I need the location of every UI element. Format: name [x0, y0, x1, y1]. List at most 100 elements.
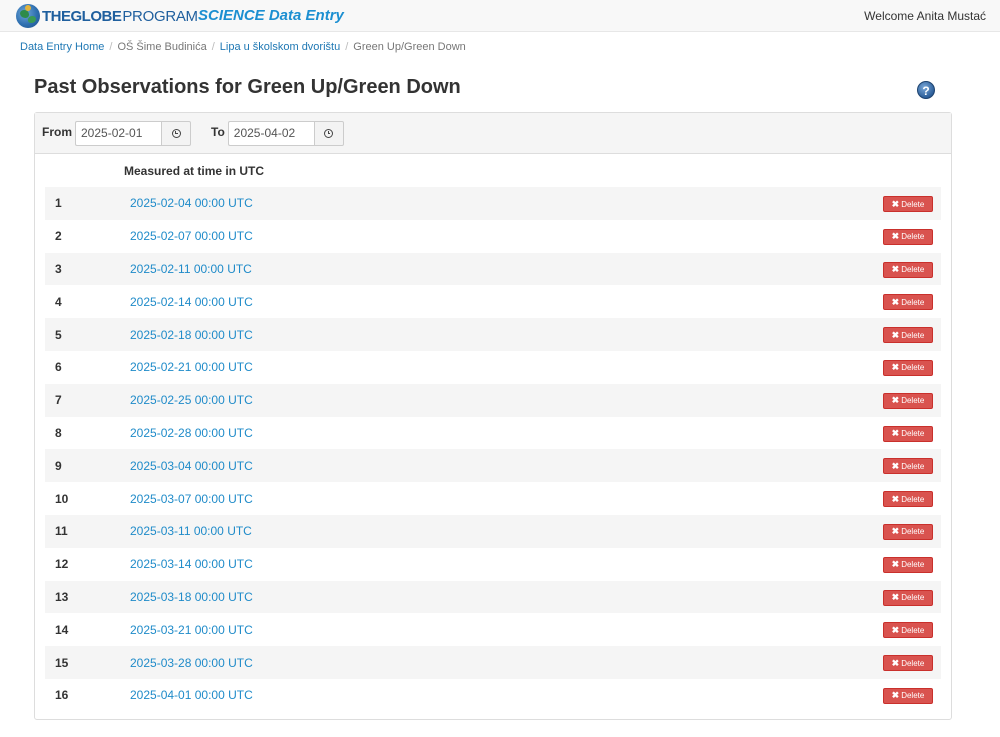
observation-time-link[interactable]: 2025-03-07 00:00 UTC: [130, 492, 253, 506]
observation-time-link[interactable]: 2025-03-18 00:00 UTC: [130, 590, 253, 604]
remove-icon: ✖: [891, 690, 900, 701]
to-date-picker-button[interactable]: [313, 121, 344, 146]
delete-button[interactable]: ✖ Delete: [883, 523, 933, 540]
from-label: From: [42, 125, 72, 139]
row-number: 3: [55, 261, 62, 276]
brand-globe: GLOBE: [70, 7, 122, 25]
table-row: 8 2025-02-28 00:00 UTC ✖ Delete: [45, 417, 941, 450]
clock-icon: [324, 129, 334, 138]
delete-button[interactable]: ✖ Delete: [883, 622, 933, 639]
observation-time-link[interactable]: 2025-03-14 00:00 UTC: [130, 557, 253, 571]
delete-button[interactable]: ✖ Delete: [883, 589, 933, 606]
observation-time-link[interactable]: 2025-03-28 00:00 UTC: [130, 656, 253, 670]
delete-label: Delete: [901, 560, 925, 570]
page-title: Past Observations for Green Up/Green Dow…: [34, 76, 461, 98]
breadcrumb: Data Entry Home / OŠ Šime Budinića / Lipa u …: [20, 41, 466, 53]
row-number: 11: [55, 524, 68, 539]
remove-icon: ✖: [891, 264, 900, 275]
remove-icon: ✖: [891, 624, 900, 635]
breadcrumb-home[interactable]: Data Entry Home: [20, 41, 104, 53]
row-number: 6: [55, 360, 62, 375]
delete-button[interactable]: ✖ Delete: [883, 196, 933, 212]
table-row: 7 2025-02-25 00:00 UTC ✖ Delete: [45, 383, 941, 417]
table-row: 12 2025-03-14 00:00 UTC ✖ Delete: [45, 548, 941, 581]
observation-time-link[interactable]: 2025-03-04 00:00 UTC: [130, 459, 253, 473]
delete-button[interactable]: ✖ Delete: [883, 655, 933, 672]
observation-time-link[interactable]: 2025-03-11 00:00 UTC: [130, 524, 252, 538]
row-number: 9: [55, 458, 62, 473]
row-number: 14: [55, 622, 69, 637]
to-date-input[interactable]: 2025-04-02: [227, 121, 314, 146]
delete-button[interactable]: ✖ Delete: [883, 261, 933, 278]
delete-label: Delete: [901, 461, 925, 471]
delete-button[interactable]: ✖ Delete: [883, 392, 933, 409]
top-navbar: THE GLOBE PROGRAM SCIENCE Data Entry Wel…: [0, 0, 1000, 32]
table-row: 4 2025-02-14 00:00 UTC ✖ Delete: [45, 285, 941, 318]
delete-button[interactable]: ✖ Delete: [883, 228, 933, 245]
remove-icon: ✖: [891, 559, 900, 570]
observation-time-link[interactable]: 2025-02-14 00:00 UTC: [130, 295, 253, 309]
help-icon[interactable]: ?: [917, 81, 935, 99]
remove-icon: ✖: [891, 198, 900, 209]
remove-icon: ✖: [891, 526, 900, 537]
table-row: 16 2025-04-01 00:00 UTC ✖ Delete: [45, 679, 941, 712]
row-number: 13: [55, 589, 69, 604]
breadcrumb-school: OŠ Šime Budinića: [117, 41, 207, 53]
row-number: 12: [55, 557, 69, 572]
row-number: 10: [55, 491, 69, 506]
remove-icon: ✖: [891, 395, 900, 406]
observation-time-link[interactable]: 2025-04-01 00:00 UTC: [130, 688, 253, 702]
to-label: To: [211, 125, 225, 139]
row-number: 4: [55, 294, 62, 309]
delete-button[interactable]: ✖ Delete: [883, 556, 933, 573]
delete-label: Delete: [901, 363, 925, 373]
from-date-input[interactable]: 2025-02-01: [75, 121, 161, 146]
breadcrumb-separator: /: [109, 41, 113, 53]
observation-time-link[interactable]: 2025-02-11 00:00 UTC: [130, 262, 252, 276]
observation-time-link[interactable]: 2025-02-21 00:00 UTC: [130, 360, 253, 374]
delete-button[interactable]: ✖ Delete: [883, 359, 933, 376]
observation-time-link[interactable]: 2025-02-18 00:00 UTC: [130, 328, 253, 342]
delete-button[interactable]: ✖ Delete: [883, 458, 933, 475]
delete-label: Delete: [901, 494, 925, 504]
remove-icon: ✖: [891, 657, 900, 668]
delete-button[interactable]: ✖ Delete: [883, 327, 933, 344]
row-number: 8: [55, 425, 62, 440]
delete-button[interactable]: ✖ Delete: [883, 687, 933, 704]
delete-button[interactable]: ✖ Delete: [883, 294, 933, 311]
delete-label: Delete: [901, 593, 925, 603]
delete-label: Delete: [901, 265, 925, 275]
delete-label: Delete: [901, 396, 925, 406]
date-filter-bar: From 2025-02-01 To 2025-04-02: [35, 113, 951, 154]
table-row: 13 2025-03-18 00:00 UTC ✖ Delete: [45, 580, 941, 614]
delete-button[interactable]: ✖ Delete: [883, 425, 933, 442]
observation-time-link[interactable]: 2025-03-21 00:00 UTC: [130, 623, 253, 637]
table-row: 6 2025-02-21 00:00 UTC ✖ Delete: [45, 351, 941, 384]
observation-time-link[interactable]: 2025-02-28 00:00 UTC: [130, 426, 253, 440]
delete-button[interactable]: ✖ Delete: [883, 491, 933, 508]
remove-icon: ✖: [891, 296, 900, 307]
observation-time-link[interactable]: 2025-02-07 00:00 UTC: [130, 229, 253, 243]
brand-the: THE: [42, 7, 71, 25]
observation-time-link[interactable]: 2025-02-04 00:00 UTC: [130, 196, 253, 210]
observations-table: 1 2025-02-04 00:00 UTC ✖ Delete 2 2025-02-07 …: [45, 187, 941, 712]
delete-label: Delete: [901, 691, 925, 701]
table-row: 5 2025-02-18 00:00 UTC ✖ Delete: [45, 318, 941, 351]
delete-label: Delete: [901, 330, 925, 340]
breadcrumb-current: Green Up/Green Down: [353, 41, 466, 53]
delete-label: Delete: [901, 527, 925, 537]
welcome-user[interactable]: Welcome Anita Mustać: [864, 9, 986, 23]
breadcrumb-site[interactable]: Lipa u školskom dvorištu: [220, 41, 340, 53]
breadcrumb-separator: /: [211, 41, 215, 53]
app-title[interactable]: SCIENCE Data Entry: [198, 7, 344, 24]
row-number: 7: [55, 393, 62, 408]
clock-icon: [171, 129, 181, 138]
observation-time-link[interactable]: 2025-02-25 00:00 UTC: [130, 393, 253, 407]
delete-label: Delete: [901, 199, 925, 209]
table-row: 14 2025-03-21 00:00 UTC ✖ Delete: [45, 613, 941, 646]
row-number: 5: [55, 327, 62, 342]
table-row: 3 2025-02-11 00:00 UTC ✖ Delete: [45, 252, 941, 286]
from-date-picker-button[interactable]: [161, 121, 191, 146]
globe-program-logo[interactable]: THE GLOBE PROGRAM: [16, 4, 198, 28]
table-row: 11 2025-03-11 00:00 UTC ✖ Delete: [45, 514, 941, 548]
